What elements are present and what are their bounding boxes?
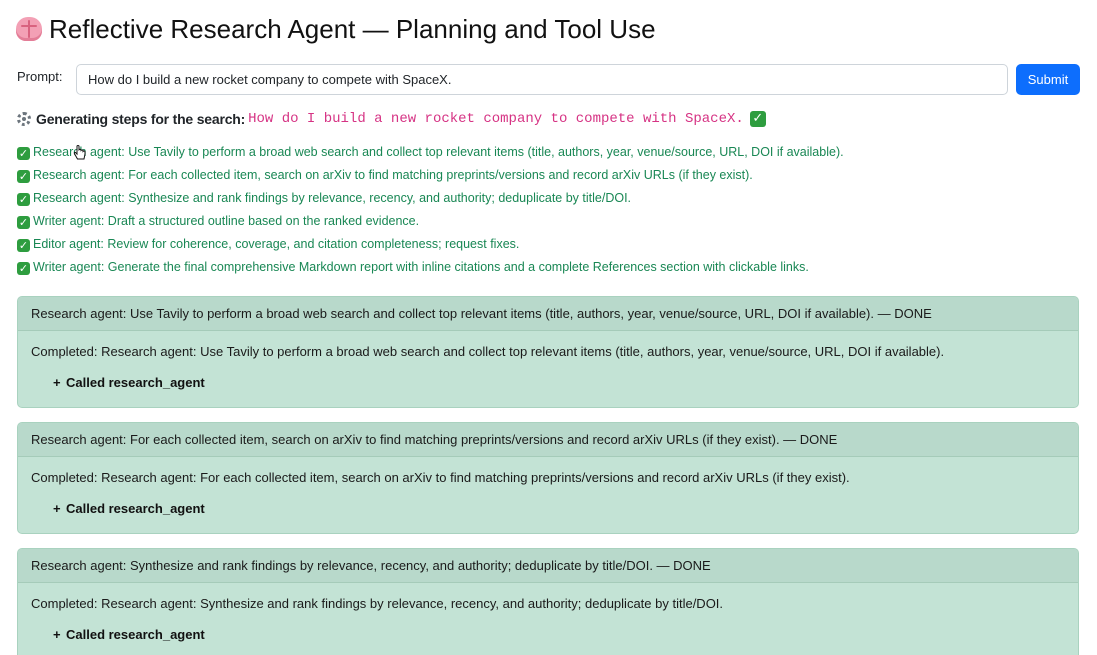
step-item: ✓ Research agent: For each collected item… xyxy=(17,166,844,189)
tool-call-toggle[interactable]: + Called research_agent xyxy=(53,501,1065,517)
gear-icon xyxy=(17,112,31,126)
step-result-card: Research agent: Synthesize and rank find… xyxy=(17,548,1079,655)
card-header: Research agent: Use Tavily to perform a … xyxy=(18,297,1078,331)
step-text: Writer agent: Draft a structured outline… xyxy=(33,214,420,228)
check-icon: ✓ xyxy=(17,147,30,160)
card-text: Completed: Research agent: Synthesize an… xyxy=(31,596,724,611)
check-icon: ✓ xyxy=(749,111,766,127)
step-item: ✓ Writer agent: Draft a structured outlin… xyxy=(17,212,844,235)
card-header: Research agent: For each collected item,… xyxy=(18,423,1078,457)
card-body: Completed: Research agent: Synthesize an… xyxy=(18,596,1078,643)
plus-icon: + xyxy=(53,501,61,516)
check-icon: ✓ xyxy=(17,193,30,206)
step-item: ✓ Research agent: Synthesize and rank fin… xyxy=(17,189,844,212)
app-page: Reflective Research Agent — Planning and… xyxy=(0,0,1097,655)
check-icon: ✓ xyxy=(17,170,30,183)
step-text: Research agent: Use Tavily to perform a … xyxy=(33,145,844,159)
page-title: Reflective Research Agent — Planning and… xyxy=(16,12,656,46)
generating-label: Generating steps for the search: xyxy=(36,111,246,127)
card-text: Completed: Research agent: For each coll… xyxy=(31,470,850,485)
check-icon: ✓ xyxy=(17,239,30,252)
step-result-card: Research agent: Use Tavily to perform a … xyxy=(17,296,1079,408)
hand-cursor-icon xyxy=(73,145,86,160)
tool-call-label: Called research_agent xyxy=(66,501,205,516)
page-title-text: Reflective Research Agent — Planning and… xyxy=(49,14,656,44)
tool-call-label: Called research_agent xyxy=(66,375,205,390)
step-item: ✓ Research agent: Use Tavily to perform a… xyxy=(17,143,844,166)
step-text: Research agent: For each collected item,… xyxy=(33,168,753,182)
card-header: Research agent: Synthesize and rank find… xyxy=(18,549,1078,583)
brain-icon xyxy=(16,17,42,41)
card-text: Completed: Research agent: Use Tavily to… xyxy=(31,344,945,359)
prompt-label: Prompt: xyxy=(17,69,63,84)
plus-icon: + xyxy=(53,375,61,390)
plus-icon: + xyxy=(53,627,61,642)
step-text: Writer agent: Generate the final compreh… xyxy=(33,260,809,274)
check-icon: ✓ xyxy=(17,216,30,229)
tool-call-toggle[interactable]: + Called research_agent xyxy=(53,627,1065,643)
submit-button[interactable]: Submit xyxy=(1016,64,1080,95)
step-item: ✓ Editor agent: Review for coherence, cov… xyxy=(17,235,844,258)
step-result-card: Research agent: For each collected item,… xyxy=(17,422,1079,534)
step-text: Research agent: Synthesize and rank find… xyxy=(33,191,632,205)
tool-call-label: Called research_agent xyxy=(66,627,205,642)
generating-status: Generating steps for the search: How do … xyxy=(17,108,766,130)
generating-query: How do I build a new rocket company to c… xyxy=(248,111,744,127)
step-item: ✓ Writer agent: Generate the final compre… xyxy=(17,258,844,281)
step-list: ✓ Research agent: Use Tavily to perform a… xyxy=(17,143,844,281)
tool-call-toggle[interactable]: + Called research_agent xyxy=(53,375,1065,391)
check-icon: ✓ xyxy=(17,262,30,275)
card-body: Completed: Research agent: For each coll… xyxy=(18,470,1078,517)
step-text: Editor agent: Review for coherence, cove… xyxy=(33,237,520,251)
card-body: Completed: Research agent: Use Tavily to… xyxy=(18,344,1078,391)
prompt-input[interactable] xyxy=(76,64,1008,95)
